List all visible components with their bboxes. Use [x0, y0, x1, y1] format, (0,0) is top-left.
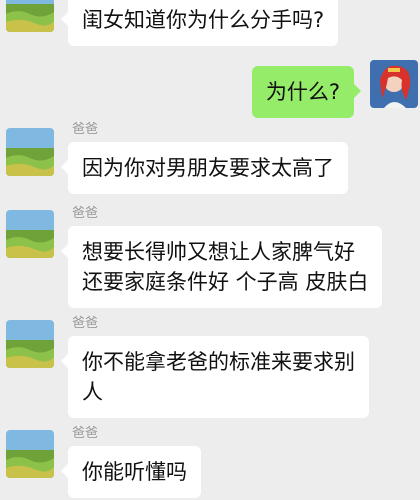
sender-name: 爸爸	[72, 316, 99, 331]
sender-name: 爸爸	[72, 206, 99, 221]
dad-avatar-icon[interactable]	[6, 128, 54, 176]
message-bubble-outgoing[interactable]: 为什么?	[251, 66, 362, 118]
message-text: 因为你对男朋友要求太高了	[82, 156, 334, 180]
message-text: 你不能拿老爸的标准来要求别 人	[82, 350, 355, 404]
message-text: 闺女知道你为什么分手吗?	[82, 8, 325, 32]
message-bubble[interactable]: 你能听懂吗	[61, 446, 201, 498]
message-bubble[interactable]: 闺女知道你为什么分手吗?	[60, 0, 339, 46]
dad-avatar-icon[interactable]	[6, 210, 54, 258]
dad-avatar-icon[interactable]	[6, 430, 54, 478]
message-bubble[interactable]: 你不能拿老爸的标准来要求别 人	[61, 336, 369, 418]
message-bubble[interactable]: 想要长得帅又想让人家脾气好 还要家庭条件好 个子高 皮肤白	[60, 226, 383, 308]
message-text: 想要长得帅又想让人家脾气好 还要家庭条件好 个子高 皮肤白	[82, 240, 369, 294]
dad-avatar-icon[interactable]	[6, 320, 54, 368]
dad-avatar-icon[interactable]	[6, 0, 54, 32]
user-avatar-icon[interactable]	[370, 60, 418, 108]
sender-name: 爸爸	[72, 426, 99, 441]
message-text: 为什么?	[265, 80, 340, 104]
sender-name: 爸爸	[72, 122, 99, 137]
message-text: 你能听懂吗	[82, 460, 187, 484]
message-bubble[interactable]: 因为你对男朋友要求太高了	[61, 142, 348, 194]
